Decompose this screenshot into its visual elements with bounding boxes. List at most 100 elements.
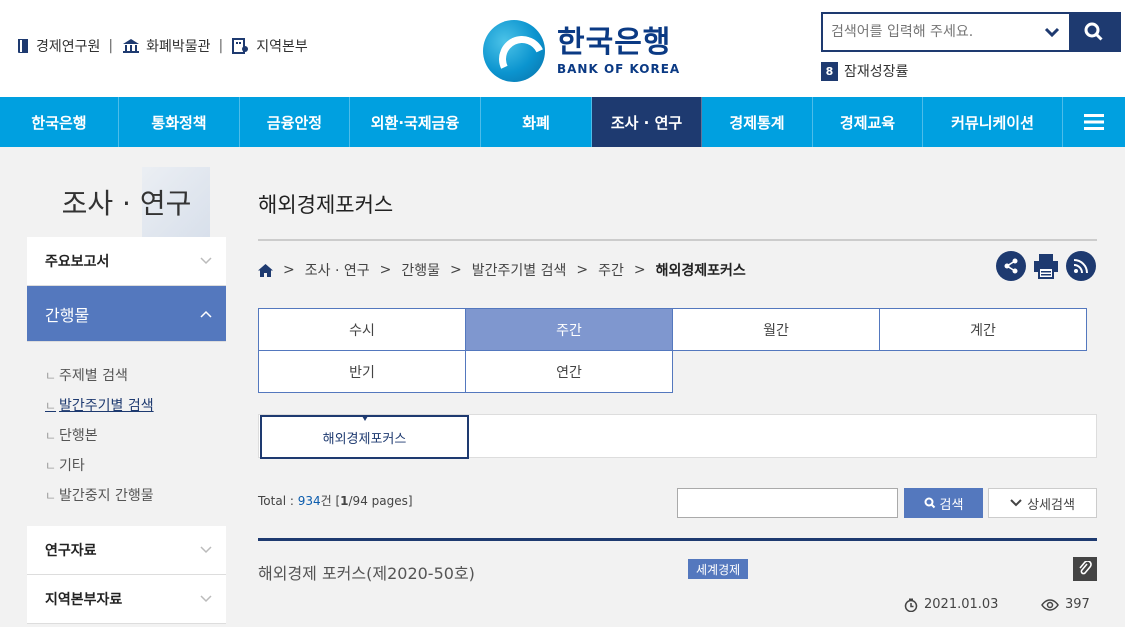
- breadcrumb-separator: >: [379, 262, 392, 278]
- sidebar: 조사 · 연구 주요보고서 간행물 ㄴ 주제별 검색 ㄴ 발간주기별 검색 ㄴ 단행본…: [27, 167, 226, 627]
- book-icon: [18, 39, 28, 53]
- gnb-item-research[interactable]: 조사 · 연구: [592, 97, 702, 147]
- breadcrumb: > 조사 · 연구 > 간행물 > 발간주기별 검색 > 주간 > 해외경제포커…: [258, 260, 746, 280]
- breadcrumb-separator: >: [633, 262, 646, 278]
- home-icon[interactable]: [258, 263, 273, 277]
- bank-logo[interactable]: 한국은행 BANK OF KOREA: [483, 20, 680, 82]
- gnb-item-education[interactable]: 경제교육: [813, 97, 923, 147]
- breadcrumb-item[interactable]: 발간주기별 검색: [472, 260, 567, 280]
- sub-bullet: ㄴ: [45, 368, 57, 383]
- sub-bullet: ㄴ: [45, 458, 57, 473]
- category-badge: 세계경제: [688, 559, 749, 579]
- logo-text-korean: 한국은행: [557, 25, 672, 60]
- attachment-button[interactable]: [1073, 557, 1097, 581]
- sub-bullet: ㄴ: [45, 398, 57, 413]
- breadcrumb-separator: >: [283, 262, 295, 278]
- breadcrumb-item[interactable]: 주간: [598, 260, 624, 280]
- site-search: [821, 12, 1121, 52]
- trending-rank-badge: 8: [821, 61, 838, 81]
- period-tabs: 수시 주간 월간 계간 반기 연간: [258, 308, 1091, 393]
- print-button[interactable]: [1030, 251, 1062, 281]
- chevron-down-icon: [200, 595, 212, 603]
- list-item-views: 397: [1041, 597, 1090, 612]
- util-link-regional[interactable]: 지역본부: [232, 36, 308, 56]
- gnb-item-fx[interactable]: 외환·국제금융: [350, 97, 481, 147]
- util-separator: |: [108, 38, 114, 54]
- tab-occasional[interactable]: 수시: [258, 308, 466, 351]
- search-button[interactable]: [1069, 14, 1119, 50]
- list-search-button[interactable]: 검색: [904, 488, 983, 518]
- hamburger-icon: [1084, 114, 1104, 130]
- breadcrumb-separator: >: [576, 262, 589, 278]
- chevron-up-icon: [200, 310, 212, 318]
- gnb-item-bok[interactable]: 한국은행: [0, 97, 119, 147]
- tab-monthly[interactable]: 월간: [672, 308, 880, 351]
- logo-mark-icon: [483, 20, 545, 82]
- publication-subtabs: 해외경제포커스: [258, 414, 1097, 459]
- util-link-museum[interactable]: 화폐박물관: [122, 36, 211, 56]
- sidebar-item-publications[interactable]: 간행물: [27, 286, 226, 342]
- chevron-down-icon: [1010, 499, 1022, 507]
- title-divider: [258, 239, 1097, 241]
- list-item-title[interactable]: 해외경제 포커스(제2020-50호): [258, 560, 475, 584]
- printer-icon: [1034, 254, 1058, 279]
- sub-bullet: ㄴ: [45, 488, 57, 503]
- search-icon: [924, 497, 935, 509]
- sidebar-subitem-topic[interactable]: ㄴ 주제별 검색: [45, 360, 226, 390]
- search-icon: [1084, 22, 1103, 41]
- rss-button[interactable]: [1066, 251, 1096, 281]
- active-indicator-icon: [361, 416, 368, 421]
- tab-semiannual[interactable]: 반기: [258, 350, 466, 393]
- trending-keyword-text: 잠재성장률: [844, 64, 909, 80]
- sidebar-subitem-period[interactable]: ㄴ 발간주기별 검색: [45, 390, 226, 420]
- chevron-down-icon: [200, 257, 212, 265]
- trending-keyword[interactable]: 8 잠재성장률: [821, 61, 908, 81]
- gnb-item-communication[interactable]: 커뮤니케이션: [923, 97, 1063, 147]
- sidebar-submenu: ㄴ 주제별 검색 ㄴ 발간주기별 검색 ㄴ 단행본 ㄴ 기타 ㄴ 발간중지 간행물: [27, 342, 226, 526]
- util-link-research-institute[interactable]: 경제연구원: [16, 36, 100, 56]
- share-button[interactable]: [996, 251, 1026, 281]
- rss-icon: [1073, 259, 1088, 274]
- header: 경제연구원 | 화폐박물관 | 지역본부 한국은행 BANK OF KOREA …: [0, 0, 1125, 97]
- all-menu-button[interactable]: [1063, 97, 1125, 147]
- main-navigation: 한국은행 통화정책 금융안정 외환·국제금융 화폐 조사 · 연구 경제통계 경…: [0, 97, 1125, 147]
- list-top-border: [258, 538, 1097, 541]
- breadcrumb-item[interactable]: 간행물: [401, 260, 440, 280]
- list-search-input[interactable]: [677, 488, 898, 518]
- utility-links: 경제연구원 | 화폐박물관 | 지역본부: [16, 36, 308, 56]
- main-content: 해외경제포커스 > 조사 · 연구 > 간행물 > 발간주기별 검색 > 주간 …: [258, 167, 1098, 627]
- search-dropdown-toggle[interactable]: [1035, 14, 1069, 50]
- sidebar-subitem-discontinued[interactable]: ㄴ 발간중지 간행물: [45, 480, 226, 510]
- gnb-item-statistics[interactable]: 경제통계: [702, 97, 813, 147]
- sidebar-subitem-etc[interactable]: ㄴ 기타: [45, 450, 226, 480]
- sub-bullet: ㄴ: [45, 428, 57, 443]
- clock-icon: [904, 598, 918, 612]
- subtab-overseas-focus[interactable]: 해외경제포커스: [260, 415, 469, 459]
- tab-annual[interactable]: 연간: [465, 350, 673, 393]
- sidebar-subitem-books[interactable]: ㄴ 단행본: [45, 420, 226, 450]
- chevron-down-icon: [200, 546, 212, 554]
- sidebar-item-main-reports[interactable]: 주요보고서: [27, 237, 226, 286]
- gnb-item-monetary[interactable]: 통화정책: [119, 97, 240, 147]
- tab-weekly[interactable]: 주간: [465, 308, 673, 351]
- logo-text-english: BANK OF KOREA: [557, 62, 681, 76]
- total-count: Total : 934건 [1/94 pages]: [258, 494, 413, 508]
- share-icon: [1004, 258, 1018, 274]
- paperclip-icon: [1079, 561, 1092, 575]
- sidebar-item-research-data[interactable]: 연구자료: [27, 526, 226, 575]
- breadcrumb-current: 해외경제포커스: [655, 263, 746, 279]
- sidebar-item-regional-data[interactable]: 지역본부자료: [27, 575, 226, 624]
- map-pin-icon: [232, 38, 249, 54]
- breadcrumb-item[interactable]: 조사 · 연구: [305, 260, 370, 280]
- gnb-item-financial[interactable]: 금융안정: [240, 97, 350, 147]
- breadcrumb-separator: >: [449, 262, 462, 278]
- advanced-search-button[interactable]: 상세검색: [988, 488, 1097, 518]
- page-title: 해외경제포커스: [258, 193, 394, 217]
- list-item-date: 2021.01.03: [904, 597, 998, 612]
- museum-icon: [123, 39, 140, 53]
- gnb-item-currency[interactable]: 화폐: [481, 97, 592, 147]
- search-input[interactable]: [823, 14, 1035, 50]
- eye-icon: [1041, 598, 1059, 611]
- util-separator: |: [218, 38, 224, 54]
- tab-quarterly[interactable]: 계간: [879, 308, 1087, 351]
